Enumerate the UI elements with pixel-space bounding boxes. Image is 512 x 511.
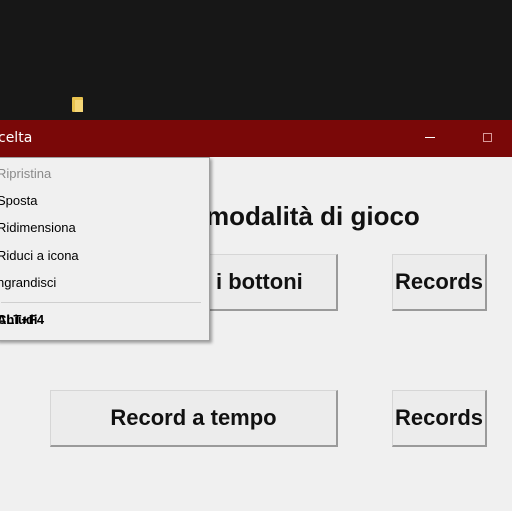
title-bar[interactable]: celta bbox=[0, 120, 512, 157]
minimize-icon[interactable] bbox=[425, 137, 435, 138]
page-title: modalità di gioco bbox=[206, 201, 420, 231]
menu-item-label: ngrandisci bbox=[0, 275, 57, 290]
window-title: celta bbox=[0, 130, 33, 146]
menu-item-label: Ridimensiona bbox=[0, 220, 76, 235]
menu-item-label: Ripristina bbox=[0, 166, 52, 181]
menu-item-label: Riduci a icona bbox=[0, 248, 79, 263]
menu-item-chiudi[interactable]: Chiudi ALT+F4 bbox=[0, 308, 209, 332]
maximize-icon[interactable] bbox=[483, 133, 492, 142]
records-button-2[interactable]: Records bbox=[392, 390, 487, 447]
system-menu: Ripristina Sposta Ridimensiona Riduci a … bbox=[0, 157, 210, 341]
menu-separator bbox=[1, 302, 201, 303]
menu-item-sposta[interactable]: Sposta bbox=[0, 189, 209, 213]
record-a-tempo-button[interactable]: Record a tempo bbox=[50, 390, 338, 447]
desktop bbox=[0, 0, 512, 120]
menu-item-riduci-a-icona[interactable]: Riduci a icona bbox=[0, 244, 209, 268]
folder-icon[interactable] bbox=[72, 97, 83, 112]
menu-item-ridimensiona[interactable]: Ridimensiona bbox=[0, 216, 209, 240]
records-button-1[interactable]: Records bbox=[392, 254, 487, 311]
menu-item-label: Sposta bbox=[0, 193, 38, 208]
menu-item-ingrandisci[interactable]: ngrandisci bbox=[0, 271, 209, 295]
shortcut-label: ALT+F4 bbox=[0, 312, 45, 327]
menu-item-ripristina[interactable]: Ripristina bbox=[0, 162, 209, 186]
